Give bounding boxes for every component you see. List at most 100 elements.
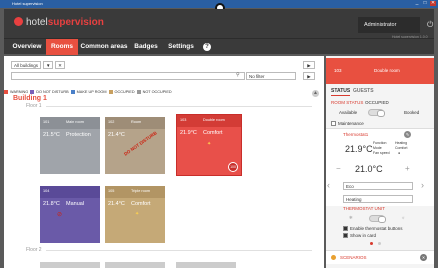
room-number: 105: [108, 189, 115, 193]
setpoint-decrease-button[interactable]: −: [336, 164, 341, 173]
room-card-header: 101 Main room: [40, 117, 100, 129]
tab-overview[interactable]: Overview: [8, 39, 46, 55]
scenarios-section[interactable]: SCENARIOS ✕: [326, 250, 434, 264]
maintenance-label: Maintenance: [338, 121, 364, 126]
legend-occupied: OCCUPIED: [114, 90, 135, 94]
help-icon[interactable]: ?: [203, 43, 211, 51]
sun-icon: ☼: [401, 215, 406, 220]
next-thermostat-icon[interactable]: ›: [421, 180, 424, 190]
room-card-selected[interactable]: 103 Double room 21.9°C Comfort ✦ 100: [176, 114, 242, 176]
search-icon: ⚲: [236, 72, 240, 78]
legend-warning: WARNING: [10, 90, 29, 94]
enable-buttons-checkbox[interactable]: Enable thermostat buttons: [343, 226, 403, 231]
legend-dnd: DO NOT DISTURB: [36, 90, 69, 94]
room-detail-header: 103 Double room: [326, 58, 434, 84]
clear-filter-button[interactable]: ✕: [55, 61, 65, 69]
setpoint-increase-button[interactable]: +: [405, 164, 410, 173]
fan-speed-label: Fan speed: [373, 151, 390, 155]
logo-text-bold: supervision: [47, 17, 104, 28]
do-not-disturb-stamp: DO NOT DISTURB: [123, 130, 158, 157]
availability-toggle[interactable]: [368, 109, 385, 117]
eco-select[interactable]: Eco: [343, 182, 413, 190]
minimize-button[interactable]: _: [414, 1, 420, 6]
close-button[interactable]: ✕: [430, 1, 436, 6]
room-card[interactable]: 104 21.8°C Manual ⊘: [40, 186, 100, 243]
legend-makeup: MAKE UP ROOM: [76, 90, 107, 94]
selected-badge: 100: [228, 162, 238, 172]
pager-dot[interactable]: [378, 242, 381, 245]
show-in-card-label: Show in card: [350, 233, 377, 238]
logo-text-light: hotel: [26, 17, 48, 28]
no-filter-select[interactable]: No filter: [246, 72, 296, 80]
room-card-header: 105 Triple room: [105, 186, 165, 198]
window-controls: _ □ ✕: [414, 1, 436, 6]
legend-swatch-dnd: [30, 90, 35, 94]
room-card[interactable]: [40, 262, 100, 268]
tab-guests[interactable]: GUESTS: [353, 88, 374, 94]
room-mode: Protection: [66, 132, 91, 138]
thermostat-unit-label: THERMOSTAT UNIT: [343, 206, 385, 211]
next-button[interactable]: ▶: [303, 72, 315, 80]
filter-dropdown-button[interactable]: ▼: [43, 61, 53, 69]
room-card[interactable]: [176, 262, 236, 268]
legend-swatch-occupied: [108, 90, 113, 94]
dnd-icon: ⊘: [57, 212, 63, 218]
room-number: 103: [180, 118, 187, 122]
room-status-value: OCCUPIED: [365, 100, 389, 105]
logo-icon: [14, 17, 23, 26]
tab-status[interactable]: STATUS: [331, 88, 351, 96]
previous-thermostat-icon[interactable]: ‹: [327, 180, 330, 190]
flame-icon: ✦: [135, 211, 140, 217]
settings-icon[interactable]: ✎: [404, 131, 411, 138]
room-name: Main room: [66, 120, 84, 124]
search-input[interactable]: [11, 72, 245, 80]
maximize-button[interactable]: □: [422, 1, 428, 6]
play-button[interactable]: ▶: [303, 61, 315, 69]
scroll-up-icon[interactable]: ▲: [312, 90, 319, 97]
power-icon[interactable]: ⏻: [427, 20, 433, 30]
unit-toggle[interactable]: [369, 215, 386, 223]
room-status-label: ROOM STATUS: [331, 100, 364, 105]
tab-settings[interactable]: Settings: [164, 39, 198, 55]
room-temp: 21.4°C: [108, 201, 125, 207]
enable-buttons-checkbox-box[interactable]: [343, 226, 348, 231]
function-label: Function: [373, 141, 387, 145]
room-temp: 21.4°C: [108, 132, 125, 138]
snowflake-icon: ❄: [349, 215, 353, 220]
tab-common-areas[interactable]: Common areas: [80, 39, 128, 55]
booked-label: Booked: [404, 110, 420, 115]
floor-divider: [46, 106, 312, 107]
detail-room-number: 103: [334, 68, 342, 73]
user-menu[interactable]: Administrator: [358, 17, 420, 33]
enable-buttons-label: Enable thermostat buttons: [350, 226, 403, 231]
room-temp: 21.5°C: [43, 132, 60, 138]
function-value: Heating: [395, 141, 408, 145]
tab-badges[interactable]: Badges: [130, 39, 162, 55]
tab-rooms[interactable]: Rooms: [46, 39, 78, 55]
room-card[interactable]: 102 Room 21.4°C DO NOT DISTURB: [105, 117, 165, 174]
building-select[interactable]: All buildings: [11, 61, 41, 69]
window-title: Hotel supervision: [12, 1, 43, 6]
current-temperature: 21.9°C: [345, 144, 373, 154]
status-legend: WARNING DO NOT DISTURB MAKE UP ROOM OCCU…: [4, 89, 316, 95]
room-card[interactable]: [105, 262, 165, 268]
app-logo: hotelsupervision: [14, 17, 104, 28]
room-card-header: 102 Room: [105, 117, 165, 129]
room-number: 104: [43, 189, 50, 193]
scenarios-label: SCENARIOS: [340, 255, 367, 260]
show-in-card-checkbox-box[interactable]: [343, 233, 348, 238]
fan-speed-value: ●: [398, 151, 401, 155]
maintenance-checkbox-box[interactable]: [331, 121, 336, 126]
room-card[interactable]: 101 Main room 21.5°C Protection: [40, 117, 100, 174]
room-card[interactable]: 105 Triple room 21.4°C Comfort ✦: [105, 186, 165, 243]
floor-divider: [46, 250, 312, 251]
flame-icon: ✦: [207, 141, 212, 147]
legend-swatch-not-occupied: [136, 90, 141, 94]
maintenance-checkbox[interactable]: Maintenance: [331, 121, 364, 126]
scenarios-expand-icon[interactable]: ✕: [420, 254, 427, 261]
heating-select[interactable]: Heating: [343, 195, 413, 203]
pager-dot-active[interactable]: [370, 242, 373, 245]
thermostat-title: Thermostat1: [343, 132, 369, 137]
mode-label: Mode: [373, 146, 382, 150]
show-in-card-checkbox[interactable]: Show in card: [343, 233, 376, 238]
